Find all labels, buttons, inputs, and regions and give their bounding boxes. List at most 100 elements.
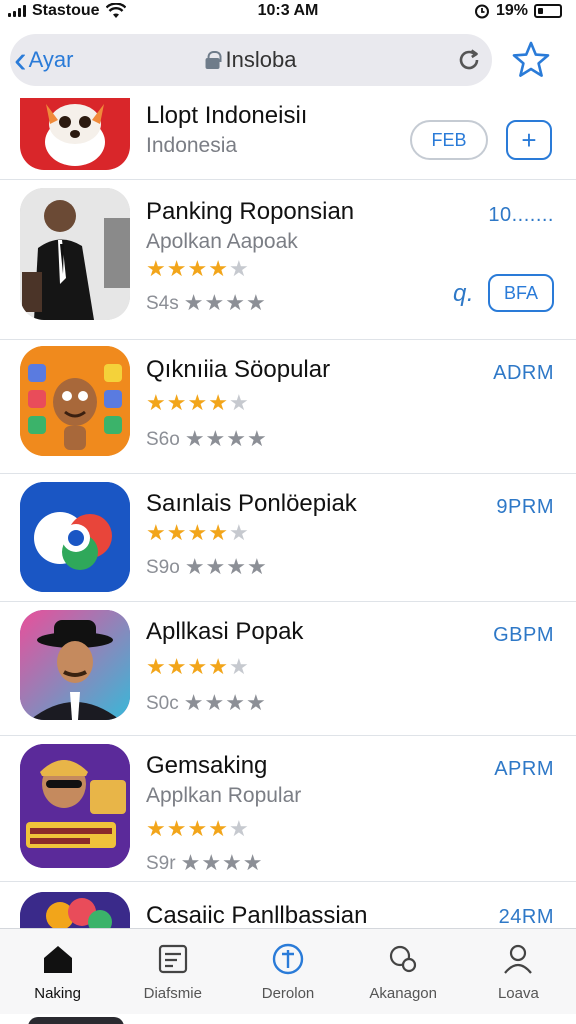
cellular-signal-icon (8, 5, 26, 17)
tab-list[interactable]: Diafsmie (115, 929, 230, 1014)
tab-label: Naking (34, 985, 81, 1002)
price-label[interactable]: ADRM (493, 362, 554, 385)
rating-label: S0c (146, 692, 179, 714)
battery-icon (534, 4, 562, 18)
star-icon: ★ (222, 850, 242, 875)
app-icon-colorful-flower (20, 892, 130, 928)
list-item[interactable]: Apllkasi Popak ★ ★ ★ ★ ★ S0c ★ ★ ★ ★ GBPM (0, 602, 576, 736)
star-icon: ★ (187, 520, 208, 545)
get-button[interactable]: FEB (410, 120, 488, 160)
star-icon: ★ (166, 816, 187, 841)
star-rating: ★ ★ ★ ★ ★ (146, 656, 249, 678)
get-button[interactable]: BFA (488, 274, 554, 312)
add-button[interactable]: + (506, 120, 552, 160)
star-icon: ★ (166, 390, 187, 415)
star-icon: ★ (228, 520, 249, 545)
list-item[interactable]: Qıknıiia Söopular ★ ★ ★ ★ ★ S6o ★ ★ ★ ★ ADRM (0, 340, 576, 474)
tab-bar: Naking Diafsmie Derolon Akanagon Loava (0, 928, 576, 1014)
star-rating: ★ ★ ★ ★ ★ (146, 522, 249, 544)
rating-row: S9r ★ ★ ★ ★ (146, 852, 263, 874)
app-name: Panking Roponsian (146, 198, 355, 225)
list-item[interactable]: Gemsaking Applkan Ropular ★ ★ ★ ★ ★ S9r ★ ★ ★ ★ … (0, 736, 576, 882)
lock-icon (205, 51, 222, 69)
star-icon: ★ (208, 520, 228, 545)
star-rating: ★ ★ ★ ★ ★ (146, 258, 249, 280)
rating-label: S4s (146, 292, 179, 314)
back-label: Ayar (28, 47, 74, 72)
star-icon: ★ (166, 520, 187, 545)
rating-row: S4s ★ ★ ★ ★ (146, 292, 266, 314)
app-icon-camera-lens (20, 482, 130, 592)
star-rating: ★ ★ ★ ★ ★ (146, 818, 249, 840)
bookmark-star-button[interactable] (510, 39, 552, 81)
list-item[interactable]: Saınlais Ponlöepiak ★ ★ ★ ★ ★ S9o ★ ★ ★ ★ 9PRM (0, 474, 576, 602)
app-name: Qıknıiia Söopular (146, 356, 331, 383)
star-icon: ★ (184, 554, 205, 579)
home-icon (43, 946, 72, 973)
price-label[interactable]: APRM (494, 758, 554, 781)
tab-label: Diafsmie (143, 985, 202, 1002)
clock: 10:3 AM (257, 2, 319, 19)
star-icon: ★ (187, 390, 208, 415)
list-item[interactable]: Panking Roponsian Apolkan Aapoak ★ ★ ★ ★ ★ S… (0, 180, 576, 340)
rating-label: S9r (146, 852, 176, 874)
star-icon: ★ (226, 426, 247, 451)
small-label: q. (452, 280, 474, 307)
star-icon: ★ (183, 290, 204, 315)
star-icon: ★ (245, 690, 266, 715)
star-icon: ★ (166, 256, 187, 281)
price-label[interactable]: 24RM (499, 906, 554, 928)
tab-download[interactable]: Derolon (230, 929, 345, 1014)
tab-manager[interactable]: Akanagon (346, 929, 461, 1014)
star-icon: ★ (226, 554, 247, 579)
rating-label: S9o (146, 556, 180, 578)
home-indicator (0, 1014, 576, 1024)
user-icon (504, 944, 533, 974)
download-icon (272, 943, 304, 975)
list-item[interactable]: Casaiic Panllbassian 24RM (0, 882, 576, 928)
star-icon: ★ (146, 390, 166, 415)
star-icon: ★ (166, 654, 187, 679)
app-subtitle: Apolkan Aapoak (146, 230, 298, 253)
app-name: Llopt Indoneisiı (146, 102, 308, 129)
tab-profile[interactable]: Loava (461, 929, 576, 1014)
star-icon: ★ (247, 554, 267, 579)
tab-label: Akanagon (369, 985, 437, 1002)
app-list: Llopt Indoneisiı Indonesia ••••• FEB + P… (0, 98, 576, 928)
app-name: Casaiic Panllbassian (146, 902, 368, 928)
reload-icon[interactable] (456, 47, 482, 73)
back-button[interactable]: ‹ Ayar (10, 41, 74, 79)
app-icon-cartoon-animal (20, 346, 130, 456)
star-icon: ★ (208, 256, 228, 281)
star-icon: ★ (146, 654, 166, 679)
rating-row: S9o ★ ★ ★ ★ (146, 556, 267, 578)
app-name: Gemsaking (146, 752, 268, 779)
star-icon: ★ (208, 816, 228, 841)
star-icon: ★ (228, 816, 249, 841)
star-icon: ★ (208, 654, 228, 679)
star-icon: ★ (187, 654, 208, 679)
list-item[interactable]: Llopt Indoneisiı Indonesia ••••• FEB + (0, 98, 576, 180)
star-icon: ★ (245, 290, 266, 315)
status-bar: Stastoue 10:3 AM 19% (0, 0, 576, 22)
app-icon-man-in-hat (20, 610, 130, 720)
star-icon: ★ (201, 850, 222, 875)
star-icon: ★ (205, 426, 226, 451)
star-icon: ★ (225, 290, 245, 315)
tab-home[interactable]: Naking (0, 929, 115, 1014)
app-icon-game-character (20, 744, 130, 868)
price-label[interactable]: 9PRM (496, 496, 554, 519)
app-icon-fox-mascot (20, 98, 130, 170)
star-icon: ★ (184, 426, 205, 451)
price-label[interactable]: 10....... (488, 204, 554, 227)
star-icon: ★ (183, 690, 204, 715)
star-icon: ★ (180, 850, 201, 875)
star-icon: ★ (228, 390, 249, 415)
price-label[interactable]: GBPM (493, 624, 554, 647)
battery-percent: 19% (495, 2, 528, 19)
star-icon: ★ (208, 390, 228, 415)
rating-row: S0c ★ ★ ★ ★ (146, 692, 266, 714)
url-field[interactable]: Insloba (205, 47, 296, 73)
star-icon: ★ (228, 654, 249, 679)
star-icon: ★ (146, 816, 166, 841)
